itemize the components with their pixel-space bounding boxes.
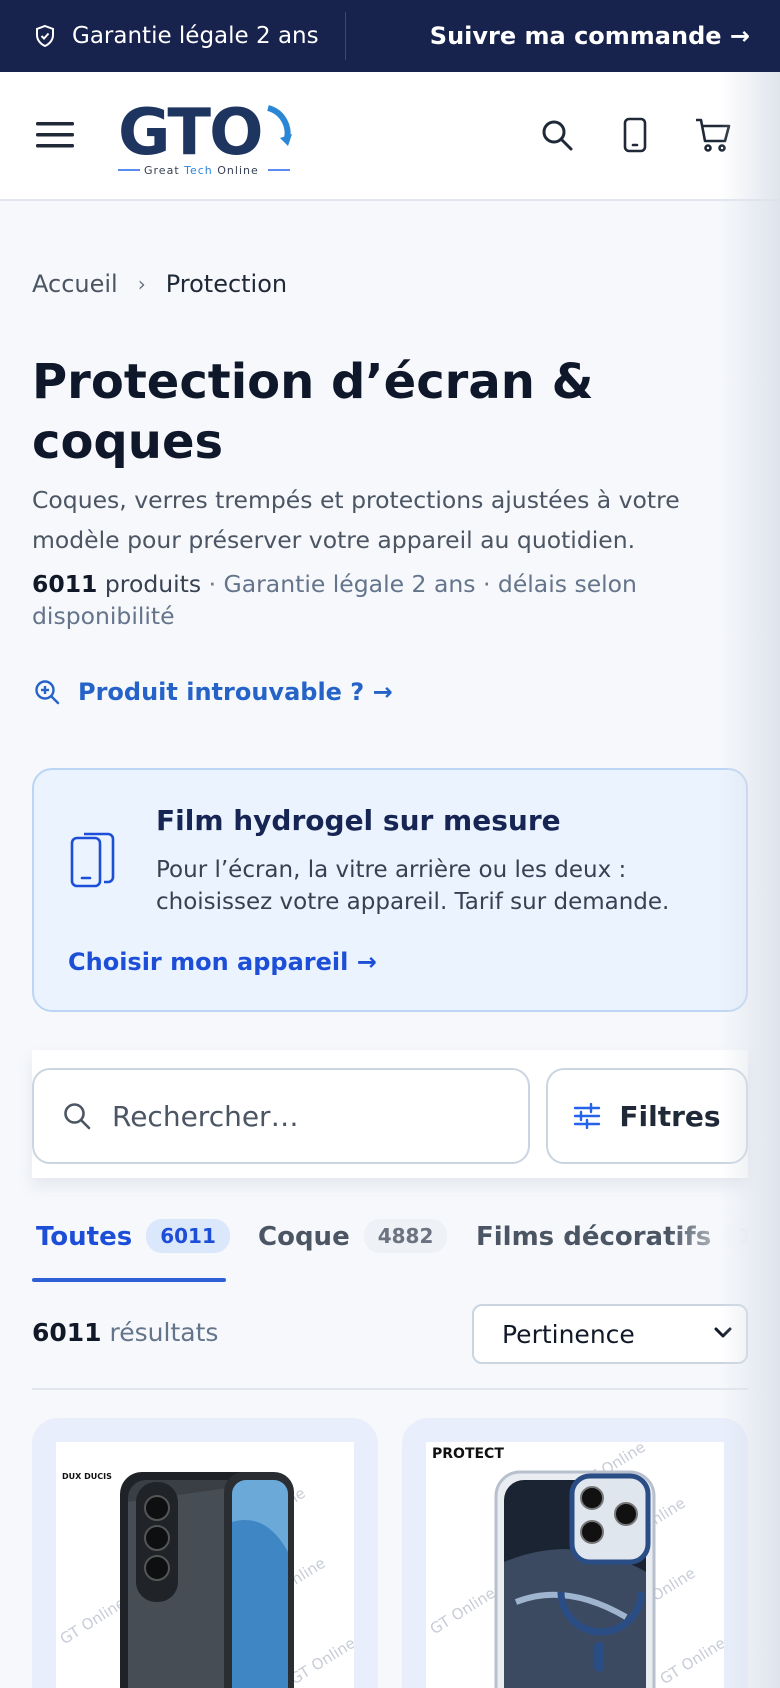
- logo-text: GTO: [118, 98, 261, 170]
- sliders-icon: [574, 1103, 601, 1129]
- search-icon: [542, 120, 573, 151]
- filters-button[interactable]: Filtres: [546, 1068, 748, 1164]
- hamburger-menu-icon: [36, 122, 74, 148]
- gto-logo-icon: GTO Great Tech Online: [118, 96, 292, 177]
- product-image[interactable]: DUX DUCIS GT Online GT Online GT Online …: [56, 1442, 354, 1688]
- track-order-link[interactable]: Suivre ma commande →: [430, 22, 750, 50]
- breadcrumb-separator: ›: [137, 272, 146, 296]
- cart-button[interactable]: [690, 112, 736, 158]
- site-header: GTO Great Tech Online: [0, 72, 780, 201]
- product-card[interactable]: PROTECT GT Online GT Online GT Online GT…: [402, 1418, 748, 1688]
- search-filter-bar: Filtres: [32, 1050, 748, 1178]
- shield-check-icon: [36, 24, 54, 48]
- zoom-in-icon: [35, 680, 60, 705]
- smartphone-icon: [623, 117, 647, 153]
- search-button[interactable]: [534, 112, 580, 158]
- results-toolbar: 6011 résultats Pertinence: [32, 1304, 748, 1364]
- search-input[interactable]: [112, 1099, 472, 1133]
- breadcrumb-current: Protection: [165, 270, 288, 298]
- sort-value: Pertinence: [502, 1319, 635, 1349]
- guarantee-notice: Garantie légale 2 ans: [0, 0, 319, 72]
- tab-count-badge: 6011: [146, 1219, 230, 1253]
- results-number: 6011: [32, 1318, 102, 1347]
- phone-case-image: [120, 1472, 294, 1688]
- site-logo[interactable]: GTO Great Tech Online: [118, 96, 296, 178]
- page-description: Coques, verres trempés et protections aj…: [32, 486, 680, 554]
- guarantee-text: Garantie légale 2 ans: [72, 23, 319, 49]
- svg-text:Great Tech Online: Great Tech Online: [144, 164, 259, 177]
- filters-label: Filtres: [619, 1099, 721, 1133]
- top-announcement-bar: Garantie légale 2 ans Suivre ma commande…: [0, 0, 780, 72]
- search-icon: [64, 1103, 91, 1130]
- product-not-found-label: Produit introuvable ? →: [78, 678, 393, 706]
- category-tabs: Toutes 6011 Coque 4882 Films décoratifs …: [32, 1214, 748, 1286]
- shopping-cart-icon: [696, 118, 731, 152]
- menu-button[interactable]: [30, 110, 80, 160]
- tab-label: Coque: [258, 1222, 350, 1252]
- results-divider: [32, 1388, 748, 1390]
- hydrogel-promo-card: Film hydrogel sur mesure Pour l’écran, l…: [32, 768, 748, 1012]
- results-label: résultats: [101, 1318, 219, 1347]
- product-card[interactable]: DUX DUCIS GT Online GT Online GT Online …: [32, 1418, 378, 1688]
- results-count: 6011 résultats: [32, 1318, 218, 1347]
- page-title: Protection d’écran & coques: [32, 354, 594, 470]
- search-box[interactable]: [32, 1068, 530, 1164]
- product-count-label: produits: [97, 570, 202, 598]
- devices-icon: [70, 832, 115, 888]
- choose-device-link[interactable]: Choisir mon appareil →: [68, 948, 377, 976]
- hydrogel-title: Film hydrogel sur mesure: [156, 804, 561, 837]
- device-button[interactable]: [612, 112, 658, 158]
- tab-coque[interactable]: Coque 4882: [258, 1214, 448, 1286]
- hydrogel-text: Pour l’écran, la vitre arrière ou les de…: [156, 857, 670, 915]
- product-count: 6011: [32, 570, 98, 598]
- sort-select[interactable]: Pertinence: [472, 1304, 748, 1364]
- magsafe-case-image: [494, 1470, 656, 1688]
- product-count-line: 6011 produits · Garantie légale 2 ans · …: [32, 568, 732, 632]
- product-not-found-link[interactable]: Produit introuvable ? →: [34, 678, 393, 706]
- tab-all[interactable]: Toutes 6011: [32, 1214, 230, 1286]
- breadcrumb-home-link[interactable]: Accueil: [32, 270, 118, 298]
- product-image[interactable]: PROTECT GT Online GT Online GT Online GT…: [426, 1442, 724, 1688]
- tab-count-badge: 4882: [363, 1219, 448, 1253]
- topbar-divider: [344, 12, 346, 60]
- tab-label: Toutes: [36, 1222, 133, 1252]
- breadcrumb: Accueil › Protection: [32, 270, 287, 298]
- chevron-down-icon: [714, 1327, 732, 1338]
- tabs-fade-overlay: [668, 1214, 748, 1282]
